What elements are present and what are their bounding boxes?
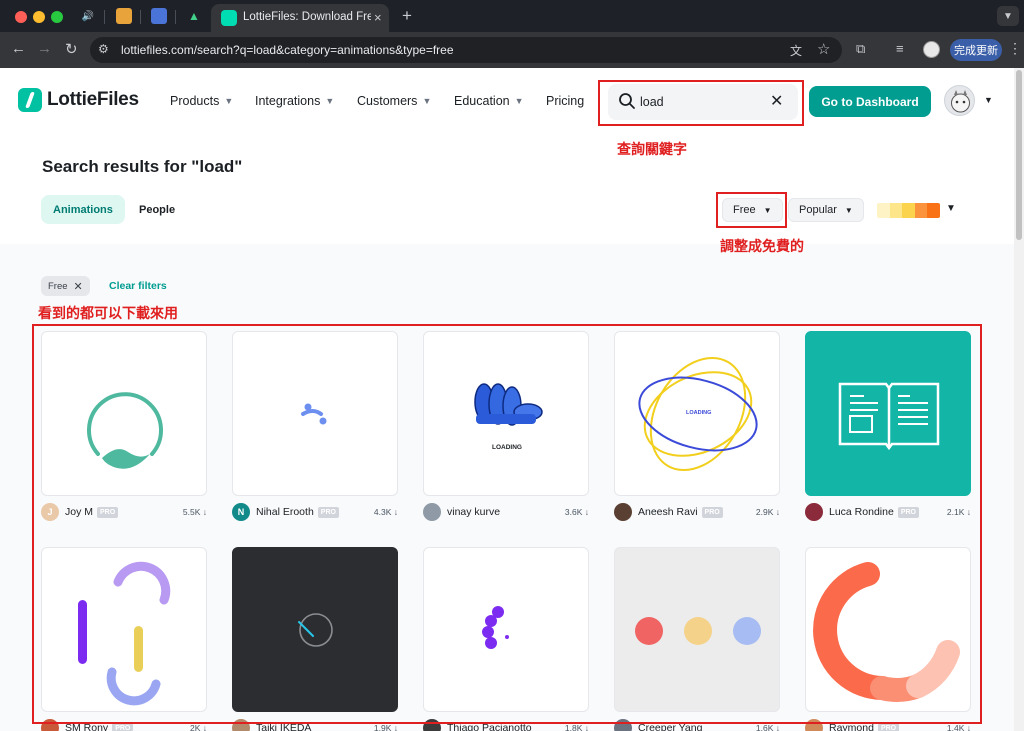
remove-filter-icon[interactable]: ✕: [74, 280, 83, 293]
nav-label: Products: [170, 94, 220, 108]
site-info-icon[interactable]: ⚙: [98, 42, 109, 56]
tab-divider: [104, 10, 105, 24]
free-filter-highlight-box: [716, 192, 787, 228]
update-button[interactable]: 完成更新: [950, 39, 1002, 61]
download-count: 2K ↓: [189, 723, 207, 731]
chevron-down-icon: ▼: [325, 96, 335, 106]
nav-label: Integrations: [255, 94, 321, 108]
page-scrollbar[interactable]: [1014, 68, 1024, 731]
go-to-dashboard-button[interactable]: Go to Dashboard: [809, 86, 931, 117]
active-filter-chip[interactable]: Free ✕: [41, 276, 90, 296]
pro-badge: PRO: [112, 723, 134, 731]
active-tab[interactable]: LottieFiles: Download Free lightweight a…: [211, 4, 389, 32]
more-menu-icon[interactable]: ⋮: [1008, 40, 1022, 57]
pinned-tab-icon[interactable]: [151, 8, 167, 24]
nav-label: Education: [454, 94, 510, 108]
url-text[interactable]: lottiefiles.com/search?q=load&category=a…: [121, 43, 454, 57]
nuxt-tab-icon[interactable]: ▲: [186, 8, 202, 24]
close-tab-icon[interactable]: ×: [374, 10, 382, 25]
download-count: 1.4K ↓: [946, 723, 971, 731]
browser-toolbar: ← → ↻ ⚙ lottiefiles.com/search?q=load&ca…: [0, 32, 1024, 68]
zoom-window-button[interactable]: [51, 11, 63, 23]
tab-animations[interactable]: Animations: [41, 195, 125, 224]
download-count: 1.6K ↓: [755, 723, 780, 731]
nav-education[interactable]: Education ▼: [454, 94, 524, 108]
palette-swatch: [889, 203, 903, 218]
tab-people[interactable]: People: [127, 195, 187, 224]
nav-customers[interactable]: Customers ▼: [357, 94, 431, 108]
browser-chrome: 🔊 ▲ LottieFiles: Download Free lightweig…: [0, 0, 1024, 68]
palette-swatch: [877, 203, 890, 218]
chevron-down-icon: ▼: [844, 205, 853, 215]
cat-avatar-icon: [951, 90, 970, 113]
pinned-tab-icon[interactable]: [116, 8, 132, 24]
grid-annotation: 看到的都可以下載來用: [38, 305, 178, 321]
chevron-down-icon[interactable]: ▼: [984, 95, 993, 105]
reading-list-icon[interactable]: ≡: [896, 41, 904, 56]
nav-pricing[interactable]: Pricing: [546, 94, 584, 108]
site-logo[interactable]: LottieFiles: [18, 88, 139, 112]
site-header: LottieFiles Products ▼ Integrations ▼ Cust…: [0, 68, 1024, 134]
clear-filters-link[interactable]: Clear filters: [109, 280, 167, 292]
address-bar[interactable]: ⚙ lottiefiles.com/search?q=load&category…: [90, 37, 842, 63]
chevron-down-icon[interactable]: ▼: [946, 203, 956, 214]
reload-icon[interactable]: ↻: [65, 40, 78, 58]
search-highlight-box: [598, 80, 804, 126]
download-count: 1.8K ↓: [564, 723, 589, 731]
pro-badge: PRO: [877, 723, 900, 731]
sort-value: Popular: [799, 204, 837, 216]
download-count: 1.9K ↓: [373, 723, 398, 731]
page-title: Search results for "load": [42, 157, 243, 176]
minimize-window-button[interactable]: [33, 11, 45, 23]
chip-label: Free: [48, 280, 68, 292]
chevron-down-icon: ▼: [422, 96, 432, 106]
scrollbar-thumb[interactable]: [1016, 70, 1022, 240]
tab-search-button[interactable]: ▼: [997, 6, 1019, 26]
speaker-icon[interactable]: 🔊: [80, 8, 96, 24]
close-window-button[interactable]: [15, 11, 27, 23]
lottiefiles-logo-icon: [18, 88, 42, 112]
tab-title: LottieFiles: Download Free lightweight a…: [243, 11, 371, 23]
forward-icon[interactable]: →: [37, 40, 52, 57]
results-highlight-box: [32, 324, 982, 724]
nav-products[interactable]: Products ▼: [170, 94, 233, 108]
color-palette-filter[interactable]: [877, 203, 940, 218]
translate-icon[interactable]: 文: [790, 42, 802, 59]
back-icon[interactable]: ←: [11, 40, 26, 57]
logo-text: LottieFiles: [47, 89, 139, 110]
bookmark-star-icon[interactable]: ☆: [817, 40, 830, 58]
user-avatar[interactable]: [944, 85, 975, 116]
tab-divider: [140, 10, 141, 24]
nav-label: Pricing: [546, 94, 585, 108]
lottiefiles-favicon-icon: [221, 10, 237, 26]
tab-divider: [175, 10, 176, 24]
new-tab-button[interactable]: +: [402, 6, 412, 26]
search-annotation: 查詢關鍵字: [617, 141, 687, 157]
palette-swatch: [914, 203, 928, 218]
palette-swatch: [902, 203, 915, 218]
sort-dropdown[interactable]: Popular ▼: [788, 198, 864, 222]
palette-swatch: [927, 203, 940, 218]
chevron-down-icon: ▼: [514, 96, 524, 106]
nav-label: Customers: [357, 94, 418, 108]
profile-avatar[interactable]: [923, 41, 940, 58]
free-annotation: 調整成免費的: [720, 238, 804, 254]
nav-integrations[interactable]: Integrations ▼: [255, 94, 334, 108]
tab-bar: 🔊 ▲ LottieFiles: Download Free lightweig…: [0, 0, 1024, 32]
extensions-icon[interactable]: ⧉: [856, 41, 865, 57]
chevron-down-icon: ▼: [224, 96, 234, 106]
